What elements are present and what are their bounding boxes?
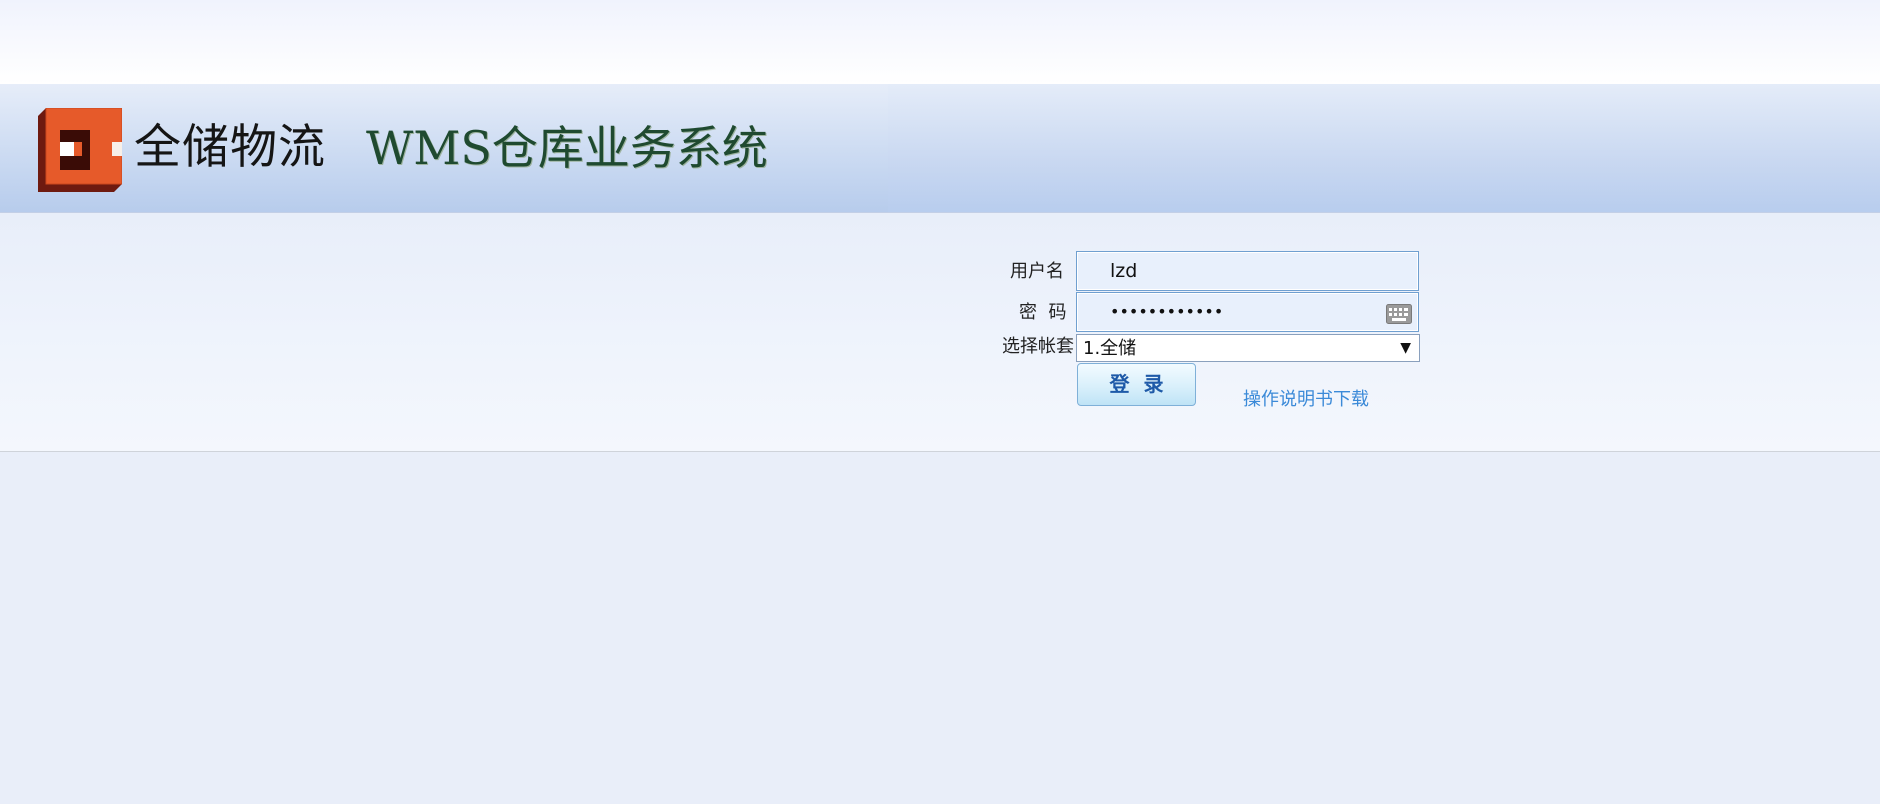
company-logo-icon [38,108,122,192]
password-input[interactable]: •••••••••••• [1076,292,1419,332]
top-strip [0,0,1880,84]
keyboard-icon[interactable] [1386,304,1412,324]
password-value: •••••••••••• [1110,302,1224,321]
login-button-label: 登录 [1109,372,1178,396]
username-input[interactable]: lzd [1076,251,1419,291]
username-value: lzd [1110,260,1138,282]
manual-download-link[interactable]: 操作说明书下载 [1243,388,1369,412]
password-label: 密 码 [1019,302,1067,323]
header-banner-left: 全储物流 WMS仓库业务系统 [0,84,888,212]
header-banner: 全储物流 WMS仓库业务系统 [0,84,1880,213]
account-set-label: 选择帐套 [1002,336,1074,357]
account-set-select[interactable]: 1.全储 ▼ [1076,334,1420,362]
dropdown-arrow-icon: ▼ [1400,340,1411,356]
login-button[interactable]: 登录 [1077,363,1196,406]
system-title: WMS仓库业务系统 [366,121,768,175]
account-set-value: 1.全储 [1083,338,1137,359]
username-label: 用户名 [1010,261,1064,282]
login-panel: 用户名 lzd 密 码 •••••••••••• 选择帐套 1.全储 ▼ 登录 … [0,213,1880,452]
company-name: 全储物流 [134,120,326,175]
